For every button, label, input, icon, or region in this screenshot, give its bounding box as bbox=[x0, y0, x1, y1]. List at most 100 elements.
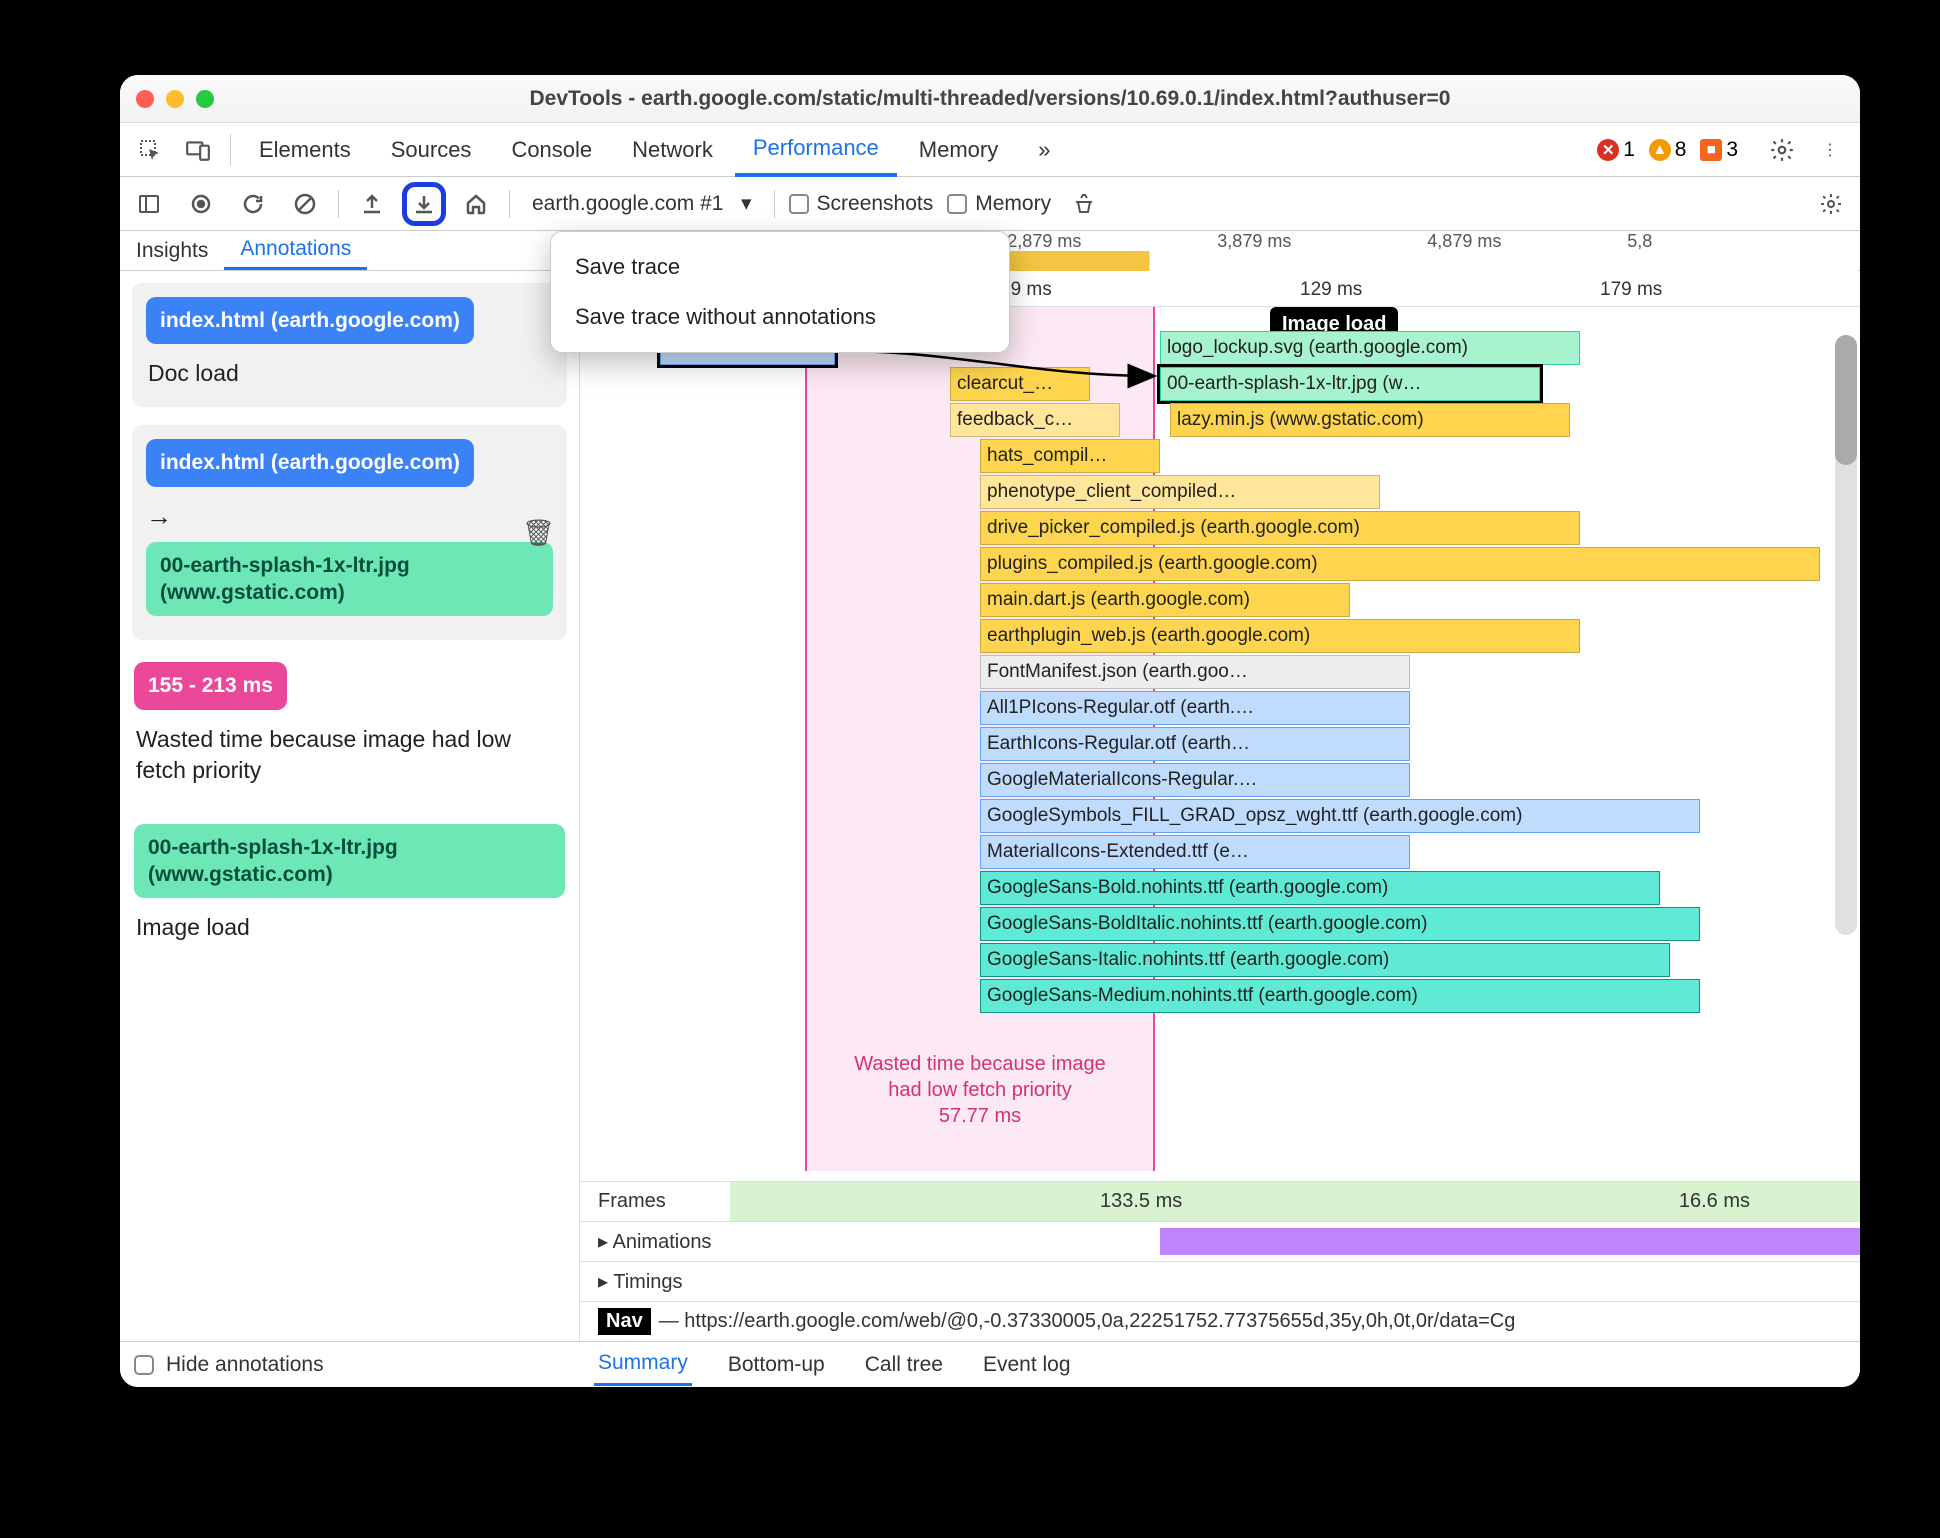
issues-icon[interactable]: ■ bbox=[1700, 139, 1722, 161]
annotations-sidebar: index.html (earth.google.com) Doc load i… bbox=[120, 271, 580, 1341]
trash-icon[interactable] bbox=[1065, 185, 1103, 223]
flame-bar[interactable]: logo_lockup.svg (earth.google.com) bbox=[1160, 331, 1580, 365]
flame-bar[interactable]: All1PIcons-Regular.otf (earth.… bbox=[980, 691, 1410, 725]
annotation-pill: index.html (earth.google.com) bbox=[146, 439, 474, 486]
save-dropdown: Save trace Save trace without annotation… bbox=[550, 231, 1010, 353]
tab-calltree[interactable]: Call tree bbox=[861, 1345, 947, 1385]
frame-duration: 16.6 ms bbox=[1679, 1190, 1750, 1213]
warning-icon[interactable]: ▲ bbox=[1649, 139, 1671, 161]
memory-checkbox[interactable]: Memory bbox=[947, 192, 1051, 216]
flame-bar[interactable]: GoogleSans-Bold.nohints.ttf (earth.googl… bbox=[980, 871, 1660, 905]
flame-bar[interactable]: GoogleMaterialIcons-Regular.… bbox=[980, 763, 1410, 797]
overview-tick: 2,879 ms bbox=[1007, 231, 1081, 252]
flame-bar[interactable]: GoogleSans-Italic.nohints.ttf (earth.goo… bbox=[980, 943, 1670, 977]
upload-icon[interactable] bbox=[353, 185, 391, 223]
overview-tick: 5,8 bbox=[1627, 231, 1652, 252]
frames-track[interactable]: Frames 133.5 ms 16.6 ms bbox=[580, 1181, 1860, 1221]
tab-annotations[interactable]: Annotations bbox=[224, 231, 367, 270]
flame-bar[interactable]: plugins_compiled.js (earth.google.com) bbox=[980, 547, 1820, 581]
annotation-text: Image load bbox=[134, 908, 565, 947]
ruler-tick: 129 ms bbox=[1300, 279, 1362, 301]
tab-memory[interactable]: Memory bbox=[901, 123, 1016, 177]
flame-bar[interactable]: FontManifest.json (earth.goo… bbox=[980, 655, 1410, 689]
error-count: 1 bbox=[1623, 138, 1635, 162]
flame-bar[interactable]: phenotype_client_compiled… bbox=[980, 475, 1380, 509]
annotation-pill: index.html (earth.google.com) bbox=[146, 297, 474, 344]
titlebar: DevTools - earth.google.com/static/multi… bbox=[120, 75, 1860, 123]
download-icon[interactable] bbox=[405, 185, 443, 223]
arrow-icon: → bbox=[146, 501, 553, 532]
flame-bar[interactable]: GoogleSans-Medium.nohints.ttf (earth.goo… bbox=[980, 979, 1700, 1013]
flame-bar[interactable]: drive_picker_compiled.js (earth.google.c… bbox=[980, 511, 1580, 545]
tab-sources[interactable]: Sources bbox=[373, 123, 490, 177]
tab-summary[interactable]: Summary bbox=[594, 1343, 692, 1386]
gear-icon[interactable] bbox=[1760, 128, 1804, 172]
window-title: DevTools - earth.google.com/static/multi… bbox=[120, 87, 1860, 111]
save-trace-item[interactable]: Save trace bbox=[551, 242, 1009, 292]
annotation-pill: 155 - 213 ms bbox=[134, 662, 287, 709]
flame-bar[interactable]: GoogleSans-BoldItalic.nohints.ttf (earth… bbox=[980, 907, 1700, 941]
details-tabs: Summary Bottom-up Call tree Event log bbox=[580, 1341, 1860, 1387]
devtools-window: DevTools - earth.google.com/static/multi… bbox=[120, 75, 1860, 1387]
flame-bar[interactable]: GoogleSymbols_FILL_GRAD_opsz_wght.ttf (e… bbox=[980, 799, 1700, 833]
reload-icon[interactable] bbox=[234, 185, 272, 223]
device-icon[interactable] bbox=[176, 128, 220, 172]
tab-eventlog[interactable]: Event log bbox=[979, 1345, 1075, 1385]
error-icon[interactable]: ✕ bbox=[1597, 139, 1619, 161]
status-badges: ✕1 ▲8 ■3 bbox=[1597, 138, 1738, 162]
main-tabs: Elements Sources Console Network Perform… bbox=[120, 123, 1860, 177]
annotation-text: Doc load bbox=[146, 354, 553, 393]
flame-bar[interactable]: EarthIcons-Regular.otf (earth… bbox=[980, 727, 1410, 761]
tab-more[interactable]: » bbox=[1020, 123, 1068, 177]
animations-track[interactable]: ▸ Animations bbox=[580, 1221, 1860, 1261]
warning-count: 8 bbox=[1675, 138, 1687, 162]
issues-count: 3 bbox=[1726, 138, 1738, 162]
tab-bottomup[interactable]: Bottom-up bbox=[724, 1345, 829, 1385]
tab-performance[interactable]: Performance bbox=[735, 123, 897, 177]
flame-bar[interactable]: feedback_c… bbox=[950, 403, 1120, 437]
annotation-card[interactable]: index.html (earth.google.com) → 00-earth… bbox=[132, 425, 567, 640]
clear-icon[interactable] bbox=[286, 185, 324, 223]
delete-icon[interactable]: 🗑 bbox=[522, 517, 555, 548]
record-icon[interactable] bbox=[182, 185, 220, 223]
tab-network[interactable]: Network bbox=[614, 123, 731, 177]
annotation-pill: 00-earth-splash-1x-ltr.jpg (www.gstatic.… bbox=[134, 824, 565, 899]
dock-icon[interactable] bbox=[130, 185, 168, 223]
annotation-card[interactable]: index.html (earth.google.com) Doc load bbox=[132, 283, 567, 407]
timings-track[interactable]: ▸ Timings bbox=[580, 1261, 1860, 1301]
nav-track[interactable]: Nav — https://earth.google.com/web/@0,-0… bbox=[580, 1301, 1860, 1341]
flame-bar[interactable]: lazy.min.js (www.gstatic.com) bbox=[1170, 403, 1570, 437]
hide-annotations-label: Hide annotations bbox=[166, 1353, 324, 1377]
flame-bar[interactable]: 00-earth-splash-1x-ltr.jpg (w… bbox=[1160, 367, 1540, 401]
wasted-time-label: Wasted time because imagehad low fetch p… bbox=[780, 1051, 1180, 1129]
flame-bar[interactable]: MaterialIcons-Extended.ttf (e… bbox=[980, 835, 1410, 869]
hide-annotations-checkbox[interactable] bbox=[134, 1355, 154, 1375]
gear-icon[interactable] bbox=[1812, 185, 1850, 223]
ruler-tick: 179 ms bbox=[1600, 279, 1662, 301]
tab-console[interactable]: Console bbox=[493, 123, 610, 177]
profile-select[interactable]: earth.google.com #1 ▾ bbox=[524, 191, 760, 216]
tab-insights[interactable]: Insights bbox=[120, 231, 224, 270]
nav-badge: Nav bbox=[598, 1308, 651, 1335]
save-trace-noann-item[interactable]: Save trace without annotations bbox=[551, 292, 1009, 342]
annotation-pill: 00-earth-splash-1x-ltr.jpg (www.gstatic.… bbox=[146, 542, 553, 617]
screenshots-checkbox[interactable]: Screenshots bbox=[789, 192, 934, 216]
frame-duration: 133.5 ms bbox=[1100, 1190, 1182, 1213]
overview-tick: 3,879 ms bbox=[1217, 231, 1291, 252]
flame-bar[interactable]: hats_compil… bbox=[980, 439, 1160, 473]
scrollbar[interactable] bbox=[1835, 335, 1857, 935]
inspect-icon[interactable] bbox=[128, 128, 172, 172]
tab-elements[interactable]: Elements bbox=[241, 123, 369, 177]
nav-url: — https://earth.google.com/web/@0,-0.373… bbox=[659, 1310, 1516, 1333]
perf-toolbar: earth.google.com #1 ▾ Screenshots Memory bbox=[120, 177, 1860, 231]
kebab-icon[interactable]: ⋮ bbox=[1808, 128, 1852, 172]
flame-bar[interactable]: earthplugin_web.js (earth.google.com) bbox=[980, 619, 1580, 653]
hide-annotations-row: Hide annotations bbox=[120, 1341, 580, 1387]
annotation-card[interactable]: 00-earth-splash-1x-ltr.jpg (www.gstatic.… bbox=[132, 820, 567, 952]
home-icon[interactable] bbox=[457, 185, 495, 223]
flame-bar[interactable]: main.dart.js (earth.google.com) bbox=[980, 583, 1350, 617]
overview-tick: 4,879 ms bbox=[1427, 231, 1501, 252]
annotation-card[interactable]: 155 - 213 ms Wasted time because image h… bbox=[132, 658, 567, 793]
annotation-text: Wasted time because image had low fetch … bbox=[134, 720, 565, 790]
flame-chart-area[interactable]: 79 ms 129 ms 179 ms ▸ Network Doc load I… bbox=[580, 271, 1860, 1341]
